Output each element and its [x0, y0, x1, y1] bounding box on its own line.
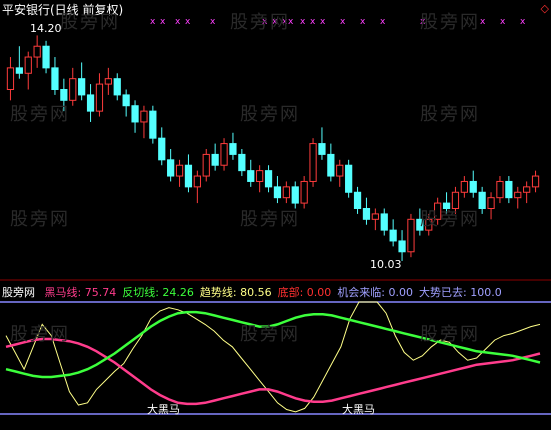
signal-marker: x	[480, 17, 486, 27]
legend-item: 底部: 0.00	[277, 286, 332, 299]
signal-marker: x	[360, 17, 366, 27]
signal-marker: x	[185, 17, 191, 27]
candle-body	[15, 67, 23, 74]
candle-body	[42, 45, 50, 69]
candle-body	[113, 78, 121, 96]
candle-body	[300, 180, 308, 204]
legend-item: 大势已去: 100.0	[419, 286, 502, 299]
high-price-label: 14.20	[30, 22, 62, 35]
candle-body	[60, 89, 68, 101]
candle-body	[220, 143, 228, 166]
candle-body	[336, 164, 344, 177]
candle-body	[371, 213, 379, 220]
signal-marker: x	[272, 17, 278, 27]
signal-marker: x	[150, 17, 156, 27]
candle-body	[238, 153, 246, 172]
chart-stage: xxxxxxxxxxxxxxxxxxx 平安银行(日线 前复权) ◇ 股旁网 股…	[0, 0, 551, 426]
signal-marker: x	[262, 17, 268, 27]
candle-body	[78, 78, 86, 96]
candle-body	[6, 67, 15, 91]
dark-horse-line	[5, 337, 541, 406]
signal-marker: x	[520, 17, 526, 27]
chart-title: 平安银行(日线 前复权)	[2, 3, 124, 17]
candle-body	[380, 213, 388, 231]
signal-marker: x	[310, 17, 316, 27]
legend-item: 黑马线: 75.74	[44, 286, 117, 299]
signal-marker: x	[500, 17, 506, 27]
dark-horse-label: 大黑马	[147, 403, 180, 416]
candle-body	[398, 240, 406, 253]
candle-body	[202, 153, 210, 177]
candle-body	[193, 175, 201, 188]
signal-marker: x	[175, 17, 181, 27]
candle-body	[291, 186, 299, 204]
candle-body	[309, 143, 317, 182]
reversal-line	[5, 310, 541, 379]
candle-body	[478, 191, 486, 209]
signal-marker: x	[210, 17, 216, 27]
signal-marker: x	[380, 17, 386, 27]
legend-name: 股旁网	[2, 286, 35, 299]
candle-body	[211, 153, 219, 166]
candle-body	[95, 83, 104, 112]
signal-marker: x	[160, 17, 166, 27]
candle-body	[158, 137, 166, 161]
low-price-label: 10.03	[370, 258, 402, 271]
signal-marker: x	[288, 17, 294, 27]
legend-item: 反切线: 24.26	[122, 286, 194, 299]
legend-items: 黑马线: 75.74 反切线: 24.26 趋势线: 80.56 底部: 0.00 机会…	[45, 286, 508, 299]
candle-body	[247, 170, 255, 182]
candle-body	[282, 186, 290, 199]
indicator-legend: 股旁网 黑马线: 75.74 反切线: 24.26 趋势线: 80.56 底部: 0.…	[2, 284, 514, 300]
trend-line	[5, 301, 541, 413]
candle-body	[264, 170, 273, 188]
signal-marker: x	[320, 17, 326, 27]
candle-body	[104, 78, 112, 85]
candle-body	[514, 191, 522, 199]
candle-body	[407, 218, 415, 253]
candle-body	[167, 159, 175, 177]
candle-body	[487, 197, 495, 210]
candle-body	[69, 78, 77, 101]
candle-body	[229, 143, 237, 155]
candle-body	[24, 56, 32, 74]
candle-body	[460, 180, 468, 193]
candle-body	[353, 191, 362, 209]
candle-body	[505, 180, 513, 199]
candle-body	[122, 94, 130, 107]
candle-body	[175, 164, 184, 177]
candle-body	[416, 218, 424, 231]
candle-body	[318, 143, 326, 155]
candle-body	[469, 180, 477, 193]
candle-body	[184, 164, 193, 188]
signal-marker: x	[300, 17, 306, 27]
candle-body	[327, 153, 335, 177]
diamond-icon[interactable]: ◇	[541, 2, 549, 15]
candle-body	[149, 110, 157, 139]
candle-body	[33, 45, 41, 58]
candle-body	[362, 208, 371, 220]
candle-body	[434, 202, 442, 220]
candle-body	[256, 170, 264, 182]
chart-canvas[interactable]: xxxxxxxxxxxxxxxxxxx	[0, 0, 551, 426]
signal-marker: x	[420, 17, 426, 27]
legend-item: 趋势线: 80.56	[199, 286, 272, 299]
signal-marker: x	[340, 17, 346, 27]
candle-body	[345, 164, 353, 193]
candle-body	[531, 175, 540, 188]
dark-horse-label: 大黑马	[342, 403, 375, 416]
legend-item: 机会来临: 0.00	[337, 286, 414, 299]
candle-body	[86, 94, 95, 112]
candle-body	[389, 229, 397, 242]
candle-body	[523, 186, 531, 193]
candle-body	[496, 180, 504, 199]
candle-body	[451, 191, 460, 209]
candle-body	[51, 67, 59, 91]
candle-body	[442, 202, 451, 210]
candle-body	[131, 105, 139, 123]
candle-body	[273, 186, 282, 199]
candle-body	[425, 218, 433, 231]
candle-body	[140, 110, 148, 123]
